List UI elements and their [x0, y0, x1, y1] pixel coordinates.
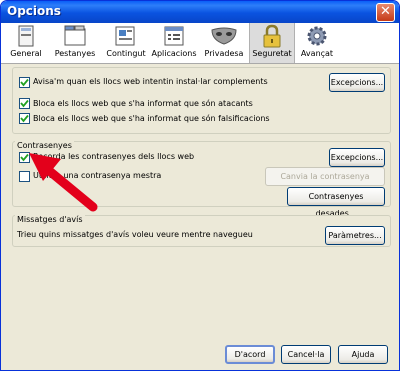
check-icon [20, 78, 29, 87]
tab-avancat[interactable]: Avançat [297, 23, 337, 63]
tab-general[interactable]: General [5, 23, 47, 63]
general-icon [18, 25, 34, 47]
options-dialog: Opcions ✕ General Pestanyes Contingut Ap… [0, 0, 400, 371]
remember-passwords-label: Recorda les contrasenyes dels llocs web [33, 152, 195, 161]
master-password-label: Utilitza una contrasenya mestra [33, 171, 162, 180]
tab-label: Seguretat [252, 49, 292, 58]
title-bar[interactable]: Opcions ✕ [1, 1, 399, 23]
lock-icon [263, 24, 281, 48]
saved-passwords-button[interactable]: Contrasenyes desades... [287, 187, 385, 218]
warnings-text: Trieu quins missatges d'avís voleu veure… [17, 230, 253, 239]
check-icon [20, 99, 29, 108]
tab-aplicacions[interactable]: Aplicacions [151, 23, 197, 63]
tab-label: Avançat [300, 49, 334, 58]
tab-pestanyes[interactable]: Pestanyes [53, 23, 97, 63]
warnings-legend: Missatges d'avís [15, 215, 85, 224]
applications-icon [164, 26, 184, 46]
close-button[interactable]: ✕ [376, 3, 395, 22]
block-attack-label: Bloca els llocs web que s'ha informat qu… [33, 99, 253, 108]
change-master-password-button[interactable]: Canvia la contrasenya mestra... [265, 167, 385, 198]
help-button[interactable]: Ajuda [338, 345, 388, 364]
check-icon [20, 153, 29, 162]
tab-label: Pestanyes [54, 49, 96, 58]
passwords-exceptions-button[interactable]: Excepcions... [329, 148, 385, 167]
remember-passwords-checkbox[interactable] [19, 152, 30, 163]
tab-label: Privadesa [204, 49, 244, 58]
block-forgery-label: Bloca els llocs web que s'ha informat qu… [33, 114, 270, 123]
addons-exceptions-button[interactable]: Excepcions... [329, 73, 385, 92]
block-forgery-checkbox[interactable] [19, 113, 30, 124]
content-icon [115, 26, 135, 46]
master-password-checkbox[interactable] [19, 171, 30, 182]
tab-label: Aplicacions [151, 49, 197, 58]
tab-seguretat[interactable]: Seguretat [249, 23, 295, 63]
warn-addons-checkbox[interactable] [19, 77, 30, 88]
tab-contingut[interactable]: Contingut [105, 23, 147, 63]
tab-label: Contingut [106, 49, 146, 58]
cancel-button[interactable]: Cancel·la [281, 345, 331, 364]
warn-addons-label: Avisa'm quan els llocs web intentin inst… [33, 77, 268, 86]
options-toolbar: General Pestanyes Contingut Aplicacions … [1, 23, 399, 64]
tab-label: General [10, 49, 42, 58]
mask-icon [211, 27, 237, 45]
block-attack-checkbox[interactable] [19, 98, 30, 109]
gear-icon [307, 26, 327, 46]
ok-button[interactable]: D'acord [225, 345, 275, 364]
tabs-icon [64, 25, 86, 46]
tab-privadesa[interactable]: Privadesa [201, 23, 247, 63]
passwords-legend: Contrasenyes [15, 141, 74, 150]
check-icon [20, 114, 29, 123]
warnings-settings-button[interactable]: Paràmetres... [325, 226, 385, 245]
window-title: Opcions [7, 4, 61, 18]
